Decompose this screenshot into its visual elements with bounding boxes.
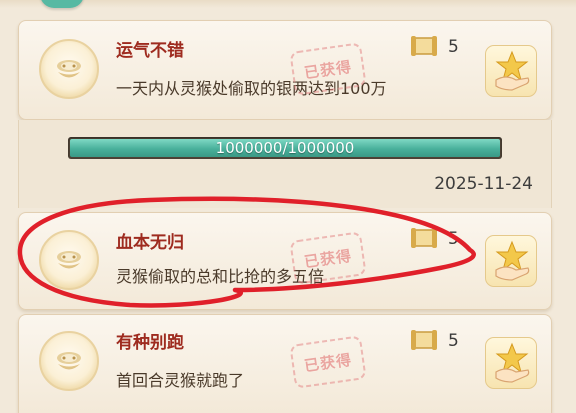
achievement-title: 有种别跑: [116, 333, 184, 353]
reward-count: 5: [448, 331, 459, 351]
achievement-card: 血本无归 灵猴偷取的总和比抢的多五倍 已获得 5: [18, 212, 552, 310]
hand-star-icon: [495, 240, 530, 281]
hand-star-icon: [495, 50, 530, 91]
hand-star-icon: [495, 342, 530, 383]
achievement-date: 2025-11-24: [434, 174, 533, 194]
monkey-medal-icon: [39, 39, 99, 99]
progress-section: [18, 120, 552, 208]
reward-count: 5: [448, 37, 459, 57]
achievement-card: 有种别跑 首回合灵猴就跑了 已获得 5: [18, 314, 552, 413]
monkey-medal-icon: [39, 230, 99, 290]
scroll-icon: [411, 36, 437, 56]
scroll-icon: [411, 330, 437, 350]
top-strip: [0, 0, 576, 8]
claim-button[interactable]: [485, 337, 537, 389]
obtained-stamp: 已获得: [288, 230, 368, 286]
obtained-stamp: 已获得: [288, 334, 368, 390]
achievement-card: 运气不错 一天内从灵猴处偷取的银两达到100万 已获得 5: [18, 20, 552, 120]
monkey-medal-icon: [39, 331, 99, 391]
claim-button[interactable]: [485, 235, 537, 287]
achievement-title: 血本无归: [116, 233, 184, 253]
claim-button[interactable]: [485, 45, 537, 97]
scroll-icon: [411, 228, 437, 248]
achievement-title: 运气不错: [116, 41, 184, 61]
reward-count: 5: [448, 229, 459, 249]
achievement-description: 首回合灵猴就跑了: [116, 371, 245, 390]
progress-text: 1000000/1000000: [215, 139, 355, 157]
progress-bar: 1000000/1000000: [68, 137, 502, 159]
